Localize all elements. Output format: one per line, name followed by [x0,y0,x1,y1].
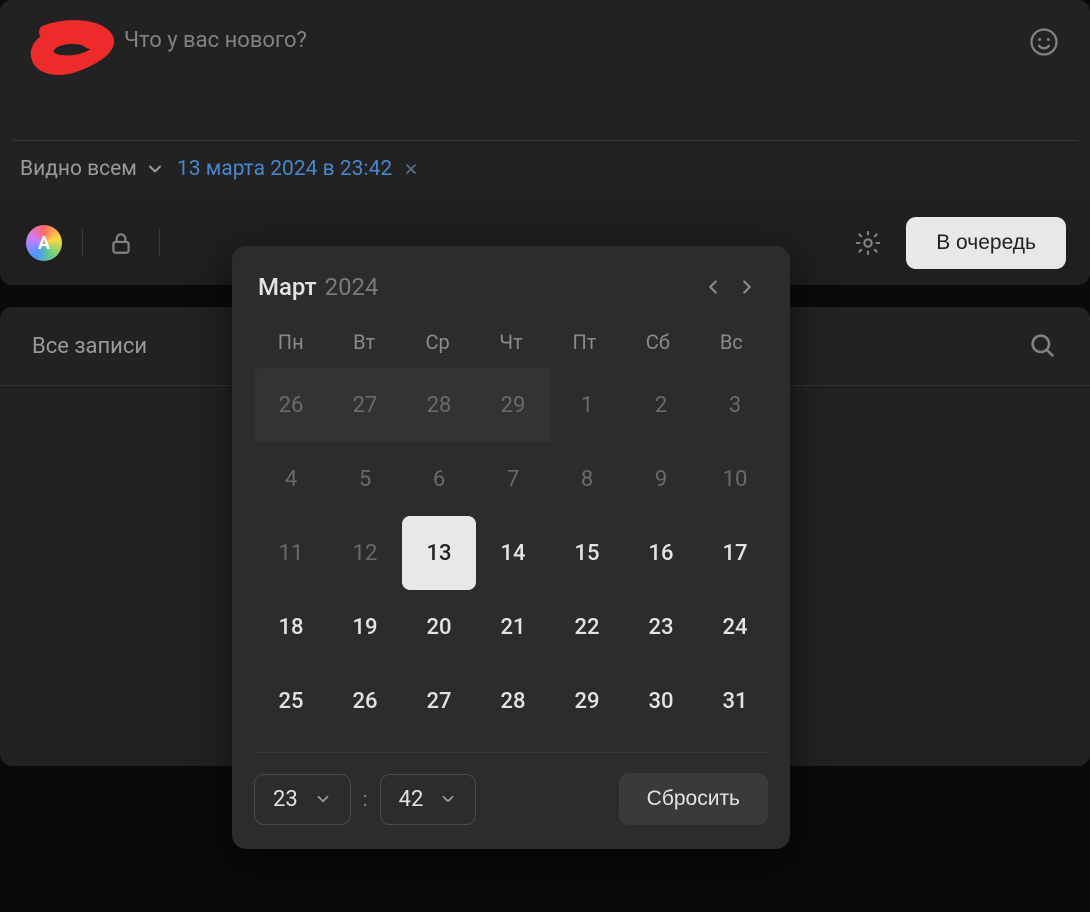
day-cell[interactable]: 30 [624,664,698,738]
day-cell[interactable]: 25 [254,664,328,738]
datepicker-popover: Март 2024 ПнВтСрЧтПтСбВс 262728291234567… [232,246,790,849]
day-cell: 27 [328,368,402,442]
lock-icon[interactable] [101,223,141,263]
day-cell[interactable]: 31 [698,664,772,738]
next-month-button[interactable] [730,270,764,304]
day-cell: 29 [476,368,550,442]
day-cell[interactable]: 27 [402,664,476,738]
day-cell: 6 [402,442,476,516]
separator [159,229,160,257]
day-cell[interactable]: 19 [328,590,402,664]
time-separator: : [363,787,368,811]
day-cell: 1 [550,368,624,442]
dow-label: Сб [646,320,670,368]
reset-button[interactable]: Сбросить [619,773,768,825]
day-cell: 4 [254,442,328,516]
dow-label: Чт [499,320,522,368]
datepicker-days-grid: 2627282912345678910111213141516171819202… [254,368,768,738]
chevron-down-icon [145,159,165,179]
day-cell: 28 [402,368,476,442]
scheduled-time-chip[interactable]: 13 марта 2024 в 23:42 [177,157,420,181]
dow-label: Пт [572,320,596,368]
gear-icon[interactable] [848,223,888,263]
minute-select[interactable]: 42 [380,774,477,825]
day-cell: 3 [698,368,772,442]
queue-button[interactable]: В очередь [906,217,1066,269]
hour-select[interactable]: 23 [254,774,351,825]
composer-meta-row: Видно всем 13 марта 2024 в 23:42 [0,141,1090,201]
emoji-icon[interactable] [1026,24,1062,60]
day-cell[interactable]: 28 [476,664,550,738]
chevron-down-icon [314,790,332,808]
day-cell: 2 [624,368,698,442]
composer-placeholder[interactable]: Что у вас нового? [124,28,1026,53]
day-cell: 11 [254,516,328,590]
day-cell: 9 [624,442,698,516]
day-cell[interactable]: 20 [402,590,476,664]
day-cell: 7 [476,442,550,516]
visibility-dropdown[interactable]: Видно всем [20,157,165,181]
day-cell: 26 [254,368,328,442]
day-cell[interactable]: 22 [550,590,624,664]
hour-value: 23 [273,787,298,812]
day-cell[interactable]: 21 [476,590,550,664]
day-cell[interactable]: 16 [624,516,698,590]
separator [82,229,83,257]
day-cell[interactable]: 26 [328,664,402,738]
avatar-redacted [28,20,118,80]
day-cell-selected[interactable]: 13 [402,516,476,590]
day-cell[interactable]: 18 [254,590,328,664]
datepicker-dow-row: Пн Вт Ср Чт Пт Сб Вс [254,320,768,368]
visibility-label: Видно всем [20,157,137,181]
day-cell[interactable]: 29 [550,664,624,738]
datepicker-header: Март 2024 [254,264,768,320]
gradient-a-icon: A [26,225,62,261]
day-cell[interactable]: 15 [550,516,624,590]
composer-input-row: Что у вас нового? [0,0,1090,140]
day-cell[interactable]: 14 [476,516,550,590]
day-cell: 5 [328,442,402,516]
text-style-button[interactable]: A [24,223,64,263]
day-cell: 12 [328,516,402,590]
post-composer: Что у вас нового? Видно всем 13 марта 20… [0,0,1090,285]
tab-all-posts[interactable]: Все записи [32,334,147,359]
scheduled-time-label: 13 марта 2024 в 23:42 [177,157,392,181]
prev-month-button[interactable] [696,270,730,304]
minute-value: 42 [399,787,424,812]
chevron-down-icon [439,790,457,808]
close-icon[interactable] [402,160,420,178]
datepicker-year: 2024 [325,273,379,301]
day-cell[interactable]: 24 [698,590,772,664]
day-cell: 10 [698,442,772,516]
day-cell[interactable]: 23 [624,590,698,664]
dow-label: Вс [720,320,743,368]
dow-label: Пн [278,320,304,368]
dow-label: Вт [353,320,375,368]
day-cell[interactable]: 17 [698,516,772,590]
day-cell: 8 [550,442,624,516]
search-icon[interactable] [1028,331,1058,361]
datepicker-footer: 23 : 42 Сбросить [254,752,768,825]
datepicker-month: Март [258,273,317,301]
dow-label: Ср [425,320,449,368]
